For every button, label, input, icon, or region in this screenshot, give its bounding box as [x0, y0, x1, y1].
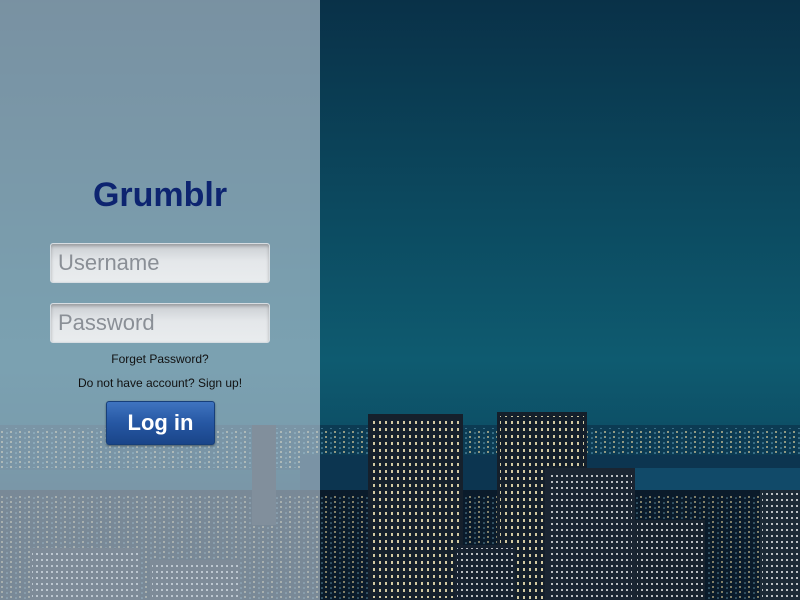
app-brand-title: Grumblr: [92, 176, 228, 214]
login-button[interactable]: Log in: [106, 401, 215, 445]
login-page: Grumblr Forget Password? Do not have acc…: [0, 0, 800, 600]
username-input[interactable]: [50, 243, 270, 283]
forget-password-link[interactable]: Forget Password?: [0, 352, 320, 366]
signup-link[interactable]: Do not have account? Sign up!: [0, 376, 320, 390]
password-input[interactable]: [50, 303, 270, 343]
login-panel: Grumblr Forget Password? Do not have acc…: [0, 0, 320, 600]
